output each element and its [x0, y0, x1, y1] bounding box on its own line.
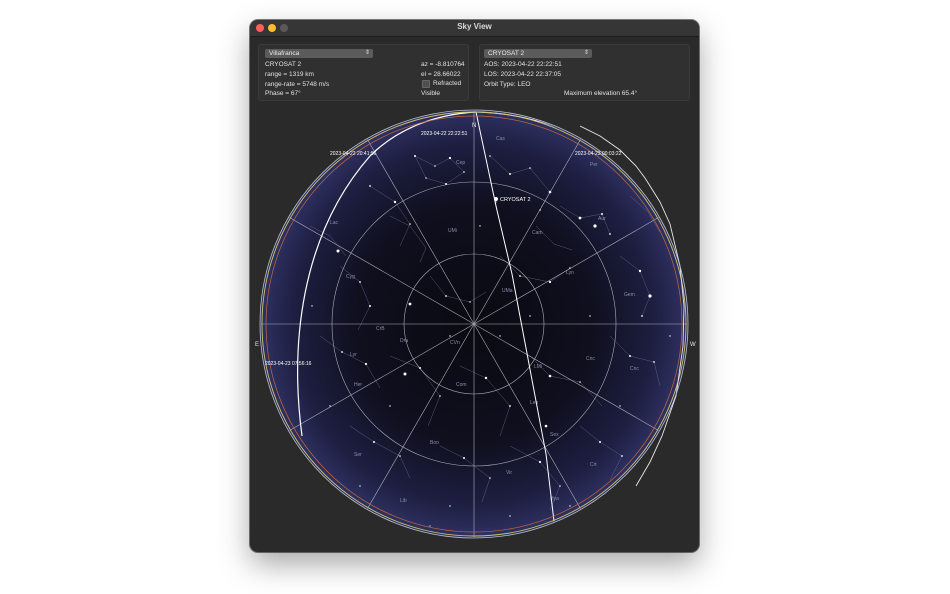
title-bar: Sky View: [250, 20, 699, 37]
phase-value: Phase = 67°: [265, 90, 301, 97]
constellation-label: Lyr: [350, 352, 357, 358]
constellation-label: Vir: [506, 470, 512, 476]
constellation-label: Ser: [354, 452, 362, 458]
constellation-label: Sex: [550, 432, 559, 438]
satellite-select-value: CRYOSAT 2: [488, 50, 525, 57]
compass-east: E: [255, 342, 259, 348]
observer-panel: Villafranca ⇕ CRYOSAT 2 range = 1319 km …: [258, 44, 469, 101]
constellation-label: Cep: [456, 160, 465, 166]
maximum-elevation: Maximum elevation 65.4°: [564, 90, 638, 97]
constellation-label: Gem: [624, 292, 635, 298]
constellation-label: Boo: [430, 440, 439, 446]
constellation-label: Aur: [598, 216, 606, 222]
constellation-label: UMa: [502, 288, 513, 294]
constellation-label: Cas: [496, 136, 505, 142]
orbit-type: Orbit Type: LEO: [484, 81, 531, 88]
constellation-label: Her: [354, 382, 362, 388]
location-select[interactable]: Villafranca ⇕: [265, 49, 373, 58]
constellation-label: Cam: [532, 230, 543, 236]
satellite-pass-panel: CRYOSAT 2 ⇕ AOS: 2023-04-22 22:22:51 LOS…: [479, 44, 690, 101]
sky-chart[interactable]: Cep Cas Per Lac Aur Lyn Cyg Cam UMi UMa …: [250, 106, 699, 552]
constellation-label: Lib: [400, 498, 407, 504]
constellation-label: Cnc: [630, 366, 639, 372]
satellite-select[interactable]: CRYOSAT 2 ⇕: [484, 49, 592, 58]
refracted-label: Refracted: [433, 80, 462, 87]
range-rate-value: range-rate = 5748 m/s: [265, 81, 330, 88]
chevron-updown-icon: ⇕: [364, 50, 370, 56]
constellation-label: Crt: [590, 462, 597, 468]
window-title: Sky View: [457, 22, 492, 31]
azimuth-value: az = -8.810764: [421, 61, 465, 68]
aos-time: AOS: 2023-04-22 22:22:51: [484, 61, 562, 68]
pass-time-label: 2023-04-23 00:03:22: [575, 151, 622, 157]
pass-time-label: 2023-04-22 20:41:56: [330, 151, 377, 157]
satellite-marker-label: CRYOSAT 2: [500, 197, 531, 203]
constellation-label: Per: [590, 162, 598, 168]
constellation-label: CrB: [376, 326, 385, 332]
refracted-checkbox[interactable]: [422, 80, 430, 88]
constellation-label: Dra: [400, 338, 408, 344]
satellite-marker[interactable]: [494, 197, 498, 201]
sky-view-window: Sky View Villafranca ⇕ CRYOSAT 2 range =…: [250, 20, 699, 552]
elevation-value: el = 28.66022: [421, 71, 461, 78]
constellation-label: Cnc: [586, 356, 595, 362]
range-value: range = 1319 km: [265, 71, 314, 78]
location-select-value: Villafranca: [269, 50, 300, 57]
compass-west: W: [690, 342, 696, 348]
constellation-label: Cyg: [346, 274, 355, 280]
visibility-status: Visible: [421, 90, 441, 97]
constellation-label: Lyn: [566, 270, 574, 276]
constellation-label: Com: [456, 382, 467, 388]
los-time: LOS: 2023-04-22 22:37:05: [484, 71, 561, 78]
satellite-name: CRYOSAT 2: [265, 61, 302, 68]
constellation-label: CVn: [450, 340, 460, 346]
constellation-label: Leo: [530, 400, 539, 406]
constellation-label: Lac: [330, 220, 339, 226]
constellation-label: LMi: [534, 364, 542, 370]
compass-north: N: [472, 123, 476, 129]
constellation-label: UMi: [448, 228, 457, 234]
sky-chart-canvas[interactable]: Cep Cas Per Lac Aur Lyn Cyg Cam UMi UMa …: [250, 106, 699, 552]
chevron-updown-icon: ⇕: [583, 50, 589, 56]
pass-time-label: 2023-04-22 22:22:51: [421, 131, 468, 137]
pass-time-label: 2023-04-23 07:56:16: [265, 361, 312, 367]
